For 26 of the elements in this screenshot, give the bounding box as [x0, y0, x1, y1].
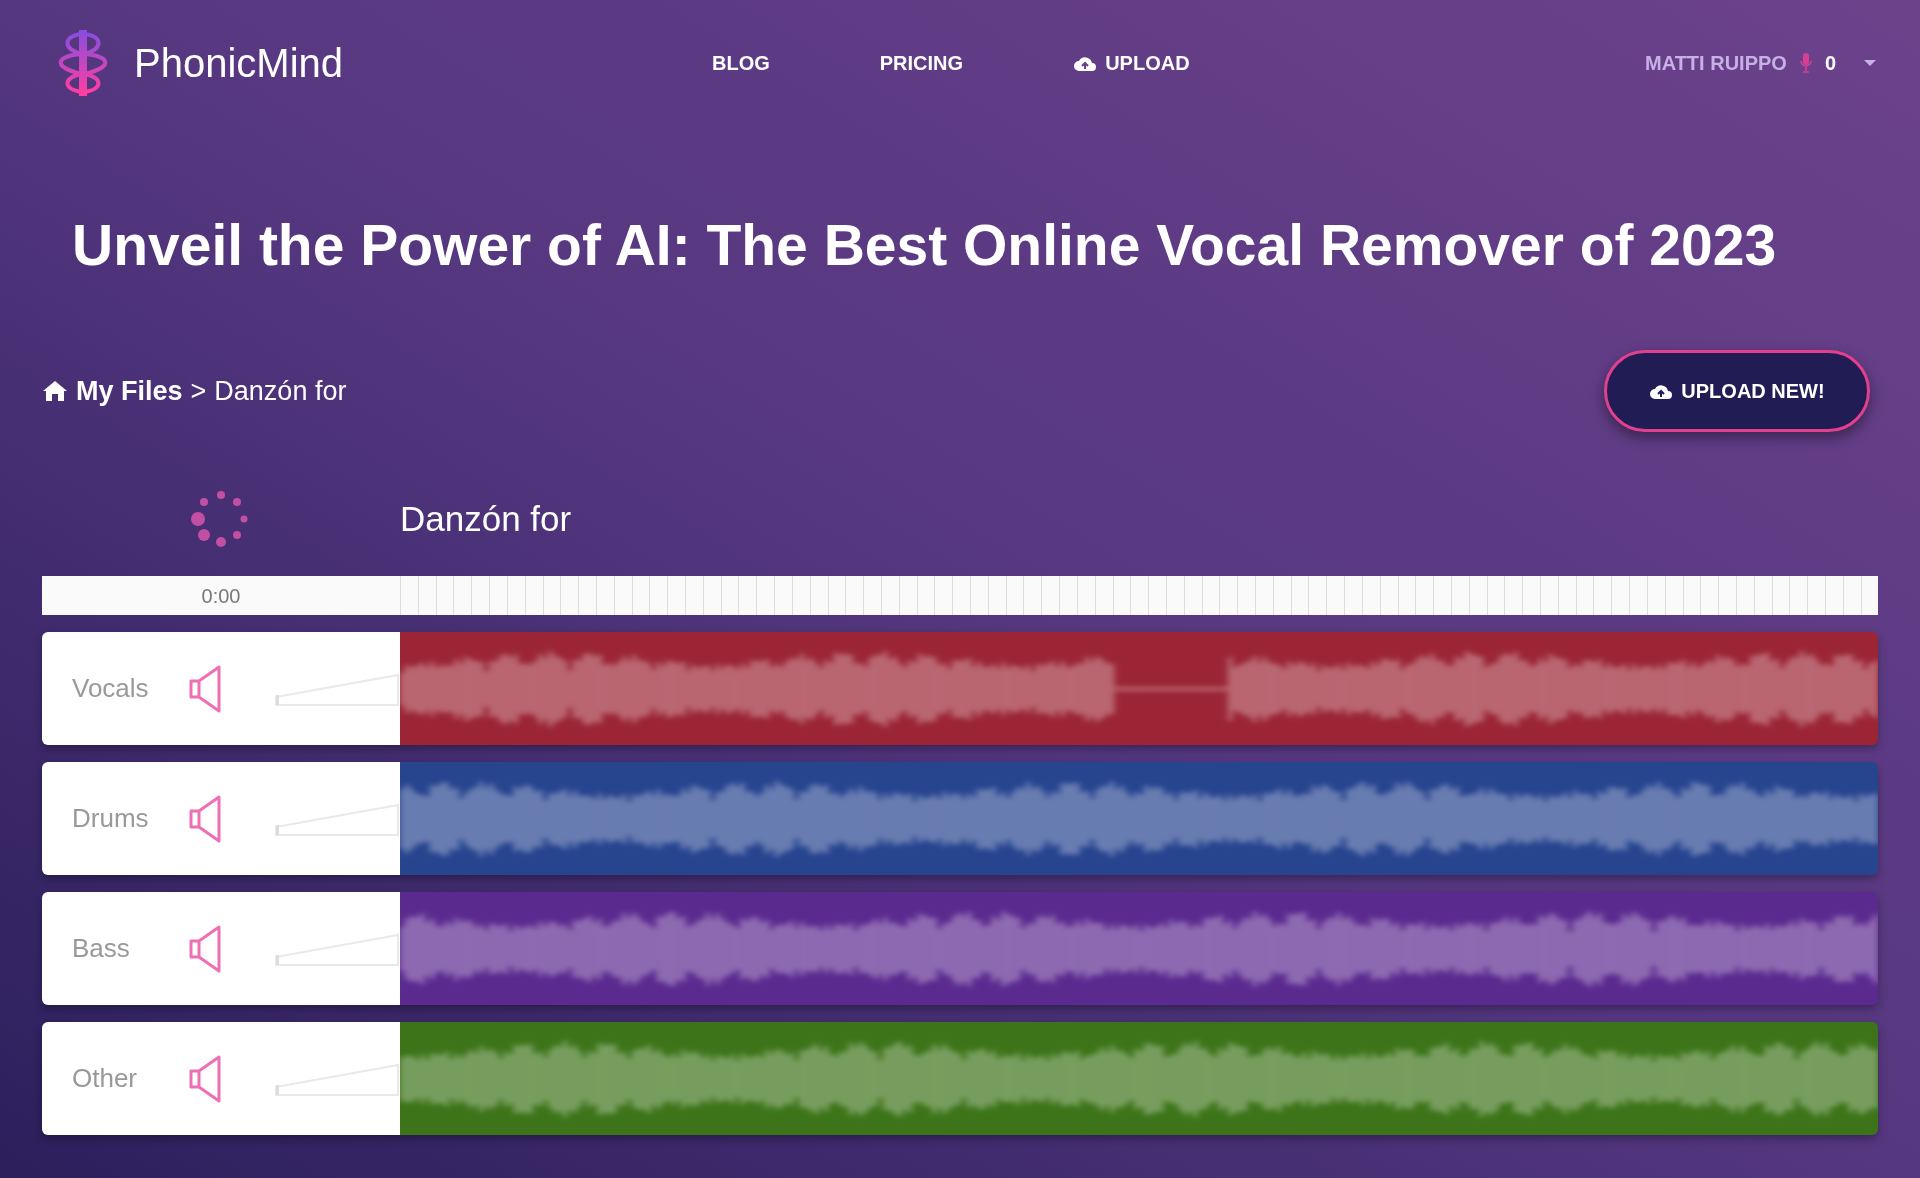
timeline-ruler[interactable]: 0:00	[42, 576, 1878, 615]
caret-icon[interactable]	[1864, 58, 1876, 67]
track-name: Other	[72, 1062, 139, 1095]
time-label: 0:00	[201, 584, 241, 609]
breadcrumb-separator: >	[190, 374, 207, 408]
speaker-icon[interactable]	[188, 663, 224, 714]
upload-new-button[interactable]: UPLOAD NEW!	[1604, 350, 1870, 432]
nav-link[interactable]: PRICING	[879, 47, 964, 78]
breadcrumb-current: Danzón for	[214, 374, 347, 408]
track-name: Bass	[72, 932, 131, 965]
speaker-icon[interactable]	[188, 793, 224, 844]
nav-link[interactable]: BLOG	[712, 47, 770, 78]
brand-name: PhonicMind	[134, 39, 343, 87]
track-title: Danzón for	[400, 497, 572, 540]
track-name: Drums	[72, 802, 150, 835]
credit-count: 0	[1824, 50, 1836, 76]
user-name[interactable]: MATTI RUIPPO	[1645, 47, 1787, 78]
speaker-icon[interactable]	[188, 1053, 224, 1104]
microphone-icon	[1798, 51, 1813, 74]
page-headline: Unveil the Power of AI: The Best Online Vocal Remover of 2023	[72, 217, 1778, 274]
breadcrumb-link[interactable]: My Files	[76, 370, 183, 412]
cloud-upload-icon	[1649, 382, 1674, 400]
home-icon[interactable]	[42, 380, 68, 402]
speaker-icon[interactable]	[188, 923, 224, 974]
nav-link[interactable]: UPLOAD	[1073, 47, 1190, 78]
track-name: Vocals	[72, 672, 150, 705]
